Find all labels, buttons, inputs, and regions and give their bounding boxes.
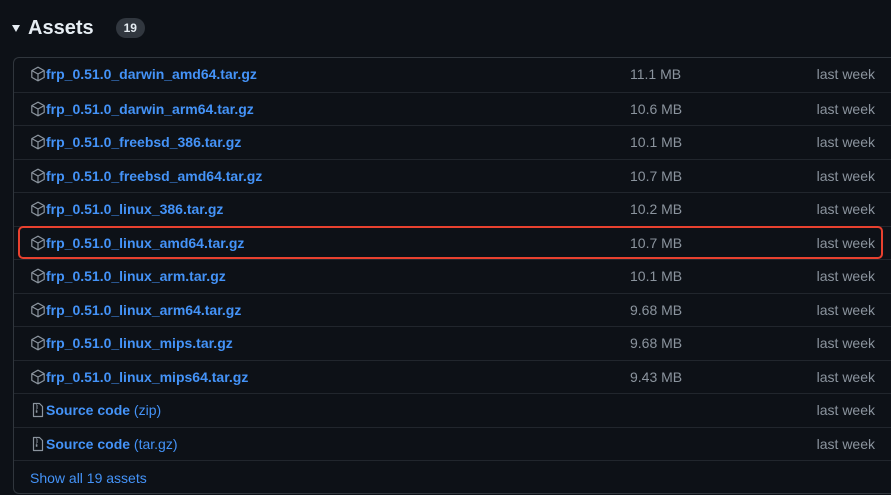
asset-link[interactable]: frp_0.51.0_linux_mips.tar.gz [46,335,233,351]
asset-name: Source code [46,435,131,452]
asset-size: 10.1 MB [630,268,683,284]
assets-count-badge: 19 [115,18,145,38]
asset-name: frp_0.51.0_darwin_amd64.tar.gz [46,66,257,82]
asset-size: 10.1 MB [630,134,683,150]
asset-name: frp_0.51.0_freebsd_amd64.tar.gz [46,167,263,184]
asset-row: Source code (zip) last week [14,393,891,426]
asset-size: 10.6 MB [630,100,683,117]
package-icon [30,66,46,82]
asset-link[interactable]: Source code (tar.gz) [46,436,178,452]
package-icon [30,201,46,217]
asset-row: frp_0.51.0_freebsd_amd64.tar.gz 10.7 MB la… [14,158,891,192]
asset-date: last week [816,100,875,117]
asset-size: 9.43 MB [630,368,683,385]
asset-size: 9.68 MB [630,335,683,351]
asset-link[interactable]: frp_0.51.0_freebsd_386.tar.gz [46,134,241,150]
asset-ext: (tar.gz) [133,435,178,452]
asset-row: frp_0.51.0_linux_mips.tar.gz 9.68 MB last … [14,326,891,359]
asset-name: frp_0.51.0_linux_arm64.tar.gz [46,301,242,318]
asset-size: 10.7 MB [630,234,683,251]
asset-name: frp_0.51.0_freebsd_386.tar.gz [46,134,242,150]
asset-name: Source code [46,402,131,418]
asset-link[interactable]: frp_0.51.0_linux_386.tar.gz [46,201,223,217]
package-icon [30,235,46,251]
package-icon [30,369,46,385]
asset-name: frp_0.51.0_darwin_arm64.tar.gz [46,100,254,117]
package-icon [30,134,46,150]
asset-name: frp_0.51.0_linux_mips.tar.gz [46,335,233,351]
asset-date: last week [816,268,875,284]
asset-link[interactable]: frp_0.51.0_darwin_amd64.tar.gz [46,66,257,82]
asset-size: 11.1 MB [630,66,682,82]
file-zip-icon [30,436,46,452]
asset-link[interactable]: frp_0.51.0_linux_arm64.tar.gz [46,302,241,318]
asset-row: frp_0.51.0_freebsd_386.tar.gz 10.1 MB last… [14,125,891,158]
asset-name: frp_0.51.0_linux_386.tar.gz [46,201,224,217]
asset-row: frp_0.51.0_darwin_arm64.tar.gz 10.6 MB las… [14,91,891,125]
assets-footer: Show all 19 assets [14,460,891,494]
asset-link[interactable]: Source code (zip) [46,402,161,418]
asset-date: last week [816,368,875,385]
assets-header[interactable]: Assets 19 [12,14,145,42]
asset-date: last week [816,435,875,452]
caret-down-icon[interactable] [12,24,20,32]
show-all-assets-link[interactable]: Show all 19 assets [30,470,147,486]
package-icon [30,168,46,184]
package-icon [30,268,46,284]
asset-size: 10.2 MB [630,201,683,217]
asset-date: last week [816,335,875,351]
asset-date: last week [816,66,875,82]
package-icon [30,101,46,117]
asset-link[interactable]: frp_0.51.0_darwin_arm64.tar.gz [46,101,254,117]
assets-title: Assets [28,16,94,39]
assets-list: frp_0.51.0_darwin_amd64.tar.gz 11.1 MB las… [13,57,891,494]
asset-date: last week [816,301,875,318]
asset-link[interactable]: frp_0.51.0_linux_arm.tar.gz [46,268,226,284]
asset-row: frp_0.51.0_linux_amd64.tar.gz 10.7 MB last… [14,225,891,259]
asset-row: frp_0.51.0_linux_386.tar.gz 10.2 MB last w… [14,192,891,225]
asset-row: frp_0.51.0_darwin_amd64.tar.gz 11.1 MB las… [14,58,891,91]
asset-link[interactable]: frp_0.51.0_linux_mips64.tar.gz [46,369,248,385]
asset-size: 10.7 MB [630,167,683,184]
asset-link[interactable]: frp_0.51.0_freebsd_amd64.tar.gz [46,168,262,184]
asset-ext: (zip) [133,402,162,418]
asset-date: last week [816,234,875,251]
asset-name: frp_0.51.0_linux_mips64.tar.gz [46,368,249,385]
asset-row: frp_0.51.0_linux_arm64.tar.gz 9.68 MB last… [14,292,891,326]
asset-row: frp_0.51.0_linux_arm.tar.gz 10.1 MB last w… [14,259,891,292]
asset-name: frp_0.51.0_linux_arm.tar.gz [46,268,226,284]
asset-date: last week [816,134,875,150]
package-icon [30,335,46,351]
package-icon [30,302,46,318]
asset-date: last week [816,201,875,217]
asset-date: last week [816,402,875,418]
asset-row: Source code (tar.gz) last week [14,426,891,460]
asset-size: 9.68 MB [630,301,683,318]
asset-date: last week [816,167,875,184]
asset-link[interactable]: frp_0.51.0_linux_amd64.tar.gz [46,235,244,251]
file-zip-icon [30,402,46,418]
asset-name: frp_0.51.0_linux_amd64.tar.gz [46,234,245,251]
asset-row: frp_0.51.0_linux_mips64.tar.gz 9.43 MB las… [14,359,891,393]
